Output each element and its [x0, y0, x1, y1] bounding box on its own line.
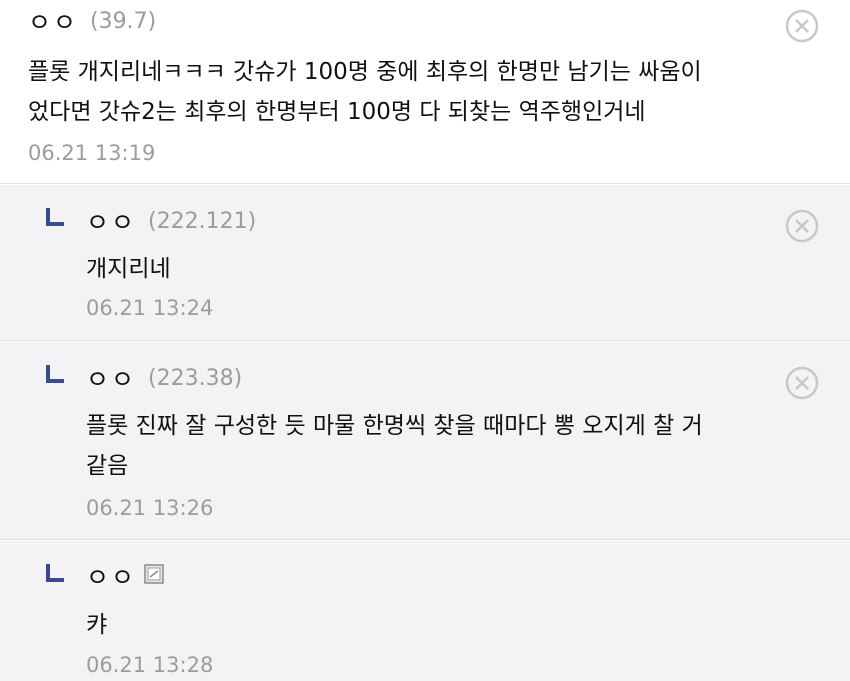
comment-ip: (222.121) — [148, 208, 257, 234]
delete-comment-icon[interactable] — [785, 209, 819, 243]
gallog-member-icon[interactable] — [144, 564, 164, 584]
comment-nickname[interactable]: ㅇㅇ — [86, 558, 136, 594]
reply-item: ㅇㅇ (223.38) 플롯 진짜 잘 구성한 듯 마물 한명씩 찾을 때마다 … — [0, 342, 850, 540]
comment-ip: (223.38) — [148, 365, 243, 391]
comment-timestamp: 06.21 13:19 — [28, 141, 156, 165]
comment-text: 플롯 진짜 잘 구성한 듯 마물 한명씩 찾을 때마다 뽕 오지게 찰 거 같음 — [86, 406, 703, 486]
delete-comment-icon[interactable] — [785, 366, 819, 400]
comment-item: ㅇㅇ (39.7) 플롯 개지리네ㅋㅋㅋ 갓슈가 100명 중에 최후의 한명만… — [0, 0, 850, 184]
comment-text: 캬 — [86, 605, 107, 645]
reply-arrow-icon — [46, 365, 64, 383]
comment-timestamp: 06.21 13:24 — [86, 296, 214, 320]
comment-ip: (39.7) — [90, 8, 157, 34]
comment-nickname[interactable]: ㅇㅇ — [86, 203, 136, 239]
comment-text: 개지리네 — [86, 249, 171, 289]
comment-text-line: 개지리네 — [86, 256, 171, 282]
comment-header: ㅇㅇ (223.38) — [86, 360, 243, 396]
comment-text-line: 캬 — [86, 612, 108, 638]
comment-header: ㅇㅇ — [86, 558, 164, 594]
reply-arrow-icon — [46, 208, 64, 226]
delete-comment-icon[interactable] — [785, 9, 819, 43]
comment-text-line: 플롯 개지리네ㅋㅋㅋ 갓슈가 100명 중에 최후의 한명만 남기는 싸움이 — [28, 59, 702, 85]
comment-nickname[interactable]: ㅇㅇ — [86, 360, 136, 396]
comment-timestamp: 06.21 13:26 — [86, 496, 214, 520]
reply-arrow-icon — [46, 564, 64, 582]
comment-header: ㅇㅇ (222.121) — [86, 203, 257, 239]
reply-item: ㅇㅇ 캬 06.21 13:28 — [0, 541, 850, 681]
comment-header: ㅇㅇ (39.7) — [28, 3, 157, 39]
comment-text-line: 플롯 진짜 잘 구성한 듯 마물 한명씩 찾을 때마다 뽕 오지게 찰 거 — [86, 413, 703, 439]
comment-text-line: 같음 — [86, 453, 129, 479]
reply-item: ㅇㅇ (222.121) 개지리네 06.21 13:24 — [0, 185, 850, 341]
comment-nickname[interactable]: ㅇㅇ — [28, 3, 78, 39]
comment-text: 플롯 개지리네ㅋㅋㅋ 갓슈가 100명 중에 최후의 한명만 남기는 싸움이 었… — [28, 52, 702, 132]
comment-text-line: 었다면 갓슈2는 최후의 한명부터 100명 다 되찾는 역주행인거네 — [28, 99, 646, 125]
comment-timestamp: 06.21 13:28 — [86, 653, 214, 677]
